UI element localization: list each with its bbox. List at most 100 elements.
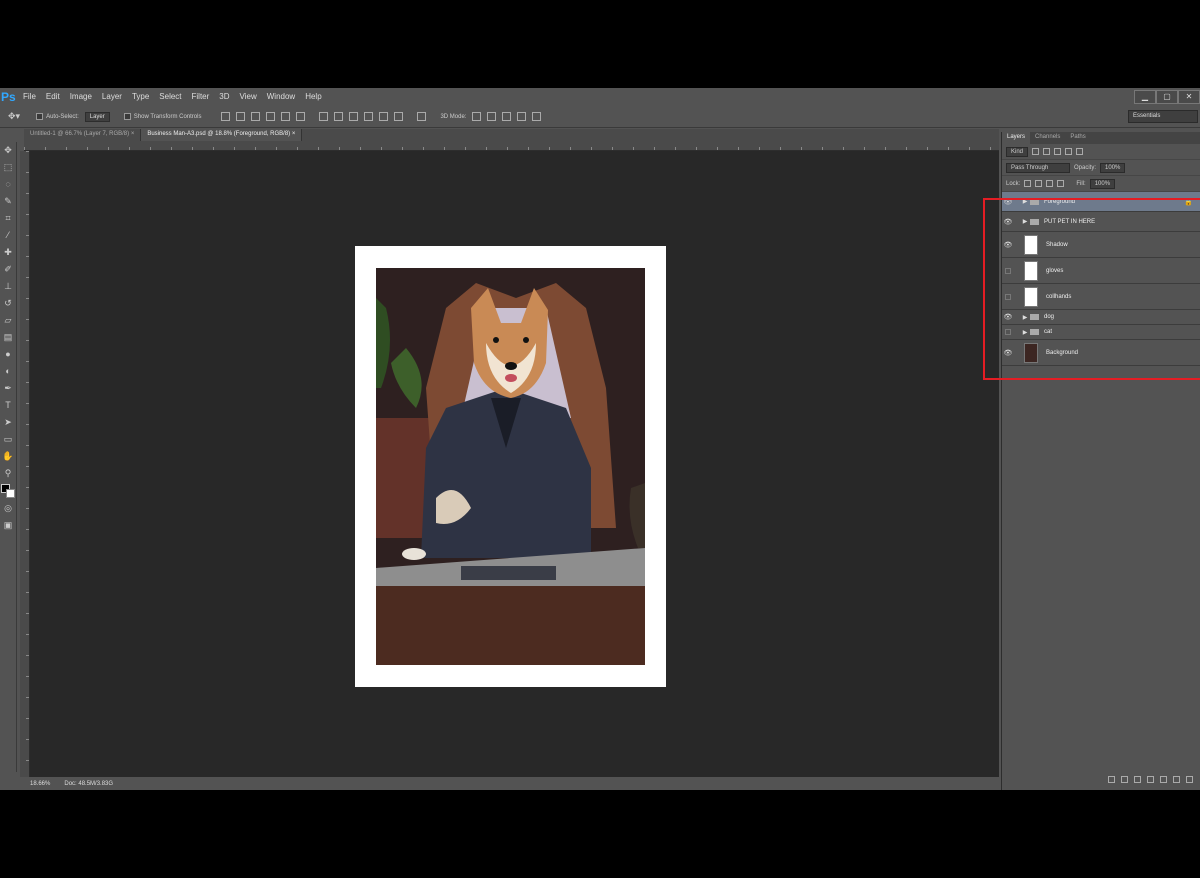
quick-select-tool-icon[interactable]: ✎: [2, 195, 14, 207]
shape-tool-icon[interactable]: ▭: [2, 433, 14, 445]
eyedropper-tool-icon[interactable]: ⁄: [2, 229, 14, 241]
auto-select-checkbox[interactable]: [36, 113, 44, 120]
marquee-tool-icon[interactable]: ⬚: [2, 161, 14, 173]
blend-mode-dropdown[interactable]: Pass Through: [1006, 162, 1070, 173]
eye-icon[interactable]: 👁: [1002, 349, 1014, 357]
distribute-top-icon[interactable]: [319, 112, 329, 121]
clone-stamp-icon[interactable]: ⊥: [2, 280, 14, 292]
3d-rotate-icon[interactable]: [472, 112, 482, 121]
menu-select[interactable]: Select: [154, 88, 186, 106]
tab-close-icon[interactable]: ×: [292, 131, 296, 137]
history-brush-icon[interactable]: ↺: [2, 297, 14, 309]
screen-mode-icon[interactable]: ▣: [2, 519, 14, 531]
color-swatches[interactable]: [1, 484, 15, 498]
tab-channels[interactable]: Channels: [1030, 132, 1065, 144]
visibility-off-box[interactable]: [1005, 267, 1011, 274]
align-vcenter-icon[interactable]: [236, 112, 246, 121]
eraser-tool-icon[interactable]: ▱: [2, 314, 14, 326]
3d-scale-icon[interactable]: [532, 112, 542, 121]
layer-kind-filter[interactable]: Kind: [1006, 146, 1029, 157]
distribute-bottom-icon[interactable]: [349, 112, 359, 121]
maximize-button[interactable]: ▢: [1156, 90, 1178, 104]
layer-row-background[interactable]: 👁 Background: [1002, 340, 1200, 366]
crop-tool-icon[interactable]: ⌗: [2, 212, 14, 224]
adjustment-layer-icon[interactable]: [1147, 775, 1154, 783]
tab-close-icon[interactable]: ×: [131, 131, 135, 137]
layer-row-put-pet-in-here[interactable]: 👁 ▶ PUT PET IN HERE: [1002, 212, 1200, 232]
expand-arrow-icon[interactable]: ▶: [1020, 218, 1030, 225]
auto-align-icon[interactable]: [417, 112, 427, 121]
filter-type-icon[interactable]: [1054, 148, 1062, 155]
tab-layers[interactable]: Layers: [1002, 132, 1031, 144]
lock-transparent-icon[interactable]: [1024, 180, 1032, 187]
lasso-tool-icon[interactable]: ◌: [2, 178, 14, 190]
menu-file[interactable]: File: [18, 88, 41, 106]
menu-edit[interactable]: Edit: [41, 88, 65, 106]
link-layers-icon[interactable]: [1108, 775, 1115, 783]
3d-drag-icon[interactable]: [502, 112, 512, 121]
menu-layer[interactable]: Layer: [97, 88, 127, 106]
quick-mask-icon[interactable]: ◎: [2, 502, 14, 514]
distribute-right-icon[interactable]: [394, 112, 404, 121]
add-mask-icon[interactable]: [1134, 775, 1141, 783]
filter-adjustment-icon[interactable]: [1043, 148, 1051, 155]
layer-row-foreground[interactable]: 👁 ▶ Foreground 🔒: [1002, 192, 1200, 212]
menu-image[interactable]: Image: [65, 88, 97, 106]
minimize-button[interactable]: ▁: [1134, 90, 1156, 104]
filter-smart-object-icon[interactable]: [1076, 148, 1084, 155]
healing-brush-icon[interactable]: ✚: [2, 246, 14, 258]
brush-tool-icon[interactable]: ✐: [2, 263, 14, 275]
distribute-left-icon[interactable]: [364, 112, 374, 121]
dodge-tool-icon[interactable]: ◐: [2, 365, 14, 377]
expand-arrow-icon[interactable]: ▶: [1020, 329, 1030, 336]
pen-tool-icon[interactable]: ✒: [2, 382, 14, 394]
document-page[interactable]: [355, 246, 666, 687]
layer-row-collhands[interactable]: collhands: [1002, 284, 1200, 310]
eye-icon[interactable]: 👁: [1002, 313, 1014, 321]
zoom-tool-icon[interactable]: ⚲: [2, 467, 14, 479]
align-right-icon[interactable]: [296, 112, 306, 121]
tab-business-man[interactable]: Business Man-A3.psd @ 18.8% (Foreground,…: [141, 129, 303, 141]
expand-arrow-icon[interactable]: ▶: [1020, 198, 1030, 205]
blur-tool-icon[interactable]: ●: [2, 348, 14, 360]
tab-untitled[interactable]: Untitled-1 @ 66.7% (Layer 7, RGB/8) ×: [24, 129, 142, 141]
menu-window[interactable]: Window: [262, 88, 300, 106]
distribute-vcenter-icon[interactable]: [334, 112, 344, 121]
filter-pixel-icon[interactable]: [1032, 148, 1040, 155]
layer-row-gloves[interactable]: gloves: [1002, 258, 1200, 284]
visibility-off-box[interactable]: [1005, 329, 1011, 335]
canvas-area[interactable]: [30, 151, 999, 777]
move-tool-icon[interactable]: ✥▾: [8, 111, 20, 122]
lock-position-icon[interactable]: [1046, 180, 1054, 187]
align-top-icon[interactable]: [221, 112, 231, 121]
opacity-field[interactable]: 100%: [1100, 162, 1126, 173]
layer-row-cat[interactable]: ▶ cat: [1002, 325, 1200, 340]
align-hcenter-icon[interactable]: [281, 112, 291, 121]
tab-paths[interactable]: Paths: [1065, 132, 1090, 144]
workspace-dropdown[interactable]: Essentials: [1128, 110, 1198, 123]
eye-icon[interactable]: 👁: [1002, 241, 1014, 249]
gradient-tool-icon[interactable]: ▤: [2, 331, 14, 343]
close-button[interactable]: ✕: [1178, 90, 1200, 104]
layer-row-dog[interactable]: 👁 ▶ dog: [1002, 310, 1200, 325]
menu-view[interactable]: View: [235, 88, 262, 106]
menu-filter[interactable]: Filter: [187, 88, 215, 106]
layer-style-icon[interactable]: [1121, 775, 1128, 783]
eye-icon[interactable]: 👁: [1002, 218, 1014, 226]
lock-all-icon[interactable]: [1057, 180, 1065, 187]
delete-layer-icon[interactable]: [1186, 775, 1193, 783]
menu-type[interactable]: Type: [127, 88, 154, 106]
3d-slide-icon[interactable]: [517, 112, 527, 121]
path-select-icon[interactable]: ➤: [2, 416, 14, 428]
distribute-hcenter-icon[interactable]: [379, 112, 389, 121]
background-color-swatch[interactable]: [6, 489, 15, 498]
new-layer-icon[interactable]: [1173, 775, 1180, 783]
align-bottom-icon[interactable]: [251, 112, 261, 121]
move-tool-icon[interactable]: ✥: [2, 144, 14, 156]
hand-tool-icon[interactable]: ✋: [2, 450, 14, 462]
type-tool-icon[interactable]: T: [2, 399, 14, 411]
eye-icon[interactable]: 👁: [1002, 198, 1014, 206]
layer-row-shadow[interactable]: 👁 Shadow: [1002, 232, 1200, 258]
document-size[interactable]: Doc: 48.5M/3.83G: [64, 781, 113, 787]
visibility-off-box[interactable]: [1005, 293, 1011, 300]
